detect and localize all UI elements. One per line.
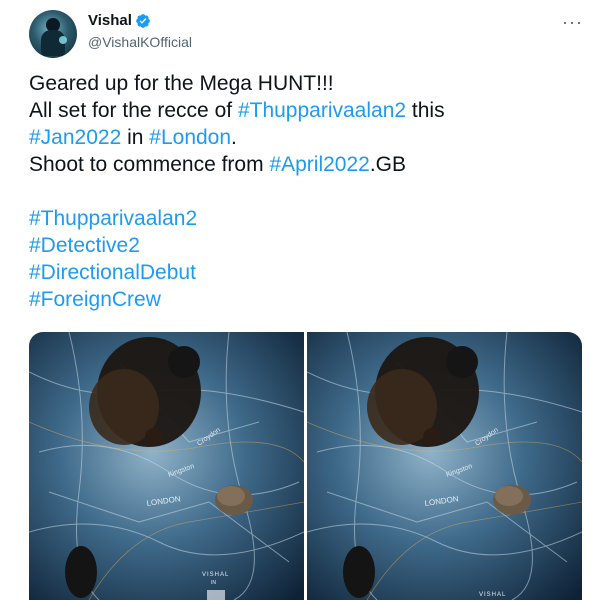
tweet-card: Vishal @VishalKOfficial ··· Geared up fo… (0, 0, 600, 600)
poster-left-image[interactable]: LONDON Croydon Kingston VISHAL IN (29, 332, 304, 600)
hashtag-link[interactable]: #ForeignCrew (29, 286, 589, 313)
tweet-line-4: Shoot to commence from #April2022.GB (29, 151, 589, 178)
tweet-line-4-suffix: .GB (369, 153, 407, 176)
poster-right-caption: VISHAL (479, 592, 506, 598)
author-name[interactable]: Vishal (88, 12, 132, 29)
hashtag-link[interactable]: #April2022 (269, 153, 369, 176)
tweet-line-3-suffix: . (231, 126, 237, 149)
tweet-line-4-prefix: Shoot to commence from (29, 153, 270, 176)
tweet-text: Geared up for the Mega HUNT!!! All set f… (29, 70, 589, 313)
hashtag-link[interactable]: #Jan2022 (29, 126, 121, 149)
hashtag-link[interactable]: #DirectionalDebut (29, 259, 589, 286)
hashtag-link[interactable]: #Thupparivaalan2 (238, 99, 406, 122)
hashtag-link[interactable]: #Detective2 (29, 232, 589, 259)
tweet-line-2: All set for the recce of #Thupparivaalan… (29, 97, 589, 124)
tweet-media: LONDON Croydon Kingston VISHAL IN LONDON… (29, 332, 582, 600)
hashtag-link[interactable]: #London (149, 126, 231, 149)
verified-badge-icon (136, 13, 150, 28)
more-horizontal-icon[interactable]: ··· (562, 12, 583, 33)
tweet-line-2-suffix: this (406, 99, 445, 122)
poster-right-image[interactable]: LONDON Croydon Kingston VISHAL (307, 332, 582, 600)
tweet-line-1: Geared up for the Mega HUNT!!! (29, 72, 334, 95)
author-handle[interactable]: @VishalKOfficial (88, 34, 192, 50)
poster-left-caption: VISHAL (202, 572, 229, 578)
tweet-line-3: #Jan2022 in #London. (29, 124, 589, 151)
hashtag-link[interactable]: #Thupparivaalan2 (29, 205, 589, 232)
poster-left-caption-2: IN (211, 580, 216, 586)
author-name-row: Vishal (88, 12, 151, 29)
tweet-line-2-prefix: All set for the recce of (29, 99, 238, 122)
profile-avatar[interactable] (29, 10, 77, 58)
avatar-glow (59, 36, 67, 44)
tweet-line-3-mid: in (121, 126, 150, 149)
